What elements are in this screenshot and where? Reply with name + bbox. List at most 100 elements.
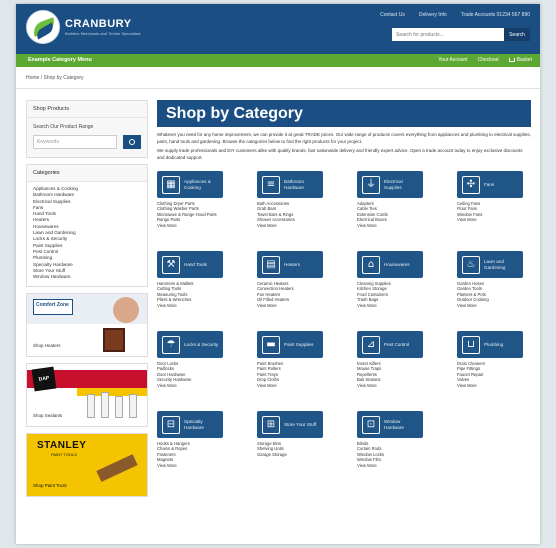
search-input[interactable]: [392, 28, 504, 41]
search-button[interactable]: Search: [504, 28, 530, 41]
category-card: ⊿ Pest Control Insect Killers Mouse Traps Re…: [357, 331, 445, 388]
category-tile-label: Lawn and Gardening: [484, 259, 506, 270]
subcategory-link[interactable]: Garage Storage: [257, 452, 345, 457]
category-tile-button[interactable]: ⌂ Housewares: [357, 251, 423, 278]
category-tile-button[interactable]: ✣ Fans: [457, 171, 523, 198]
subcategory-list: Garden Hoses Garden Tools Planters & Pots O…: [457, 281, 540, 308]
category-tile-button[interactable]: ♨ Lawn and Gardening: [457, 251, 523, 278]
category-tile-label: Specialty Hardware: [184, 419, 204, 430]
keyword-input[interactable]: Keywords: [33, 135, 117, 149]
subcategory-list: Hooks & Hangers Chains & Ropes Fasteners Ma…: [157, 441, 245, 468]
top-link-delivery[interactable]: Delivery Info: [419, 12, 447, 18]
category-tile-button[interactable]: ⊔ Plumbing: [457, 331, 523, 358]
category-tile-button[interactable]: ▤ Heaters: [257, 251, 323, 278]
subcategory-link[interactable]: View More: [157, 463, 245, 468]
category-menu[interactable]: Example Category Menu: [28, 57, 92, 63]
subcategory-list: Insect Killers Mouse Traps Repellents Bait …: [357, 361, 445, 388]
subcategory-link[interactable]: View More: [457, 383, 540, 388]
category-tile-button[interactable]: ⊡ Window Hardware: [357, 411, 423, 438]
window-icon: ⊡: [362, 415, 380, 434]
breadcrumb[interactable]: Home / Shop by Category: [26, 75, 84, 81]
dap-logo: DAP: [31, 367, 57, 392]
category-tile-button[interactable]: ⊞ Store Your Stuff: [257, 411, 323, 438]
subcategory-list: Bath Accessories Grab Bars Towel Bars & Ri…: [257, 201, 345, 228]
subcategory-link[interactable]: View More: [357, 383, 445, 388]
sealant-tube-icon: [101, 392, 109, 419]
padlock-icon: ⊟: [162, 415, 180, 434]
category-card: ✣ Fans Ceiling Fans Floor Fans Window Fans Vi…: [457, 171, 540, 223]
category-tile-label: Plumbing: [484, 341, 504, 347]
top-links: Contact Us Delivery Info Trade Accounts …: [380, 12, 530, 18]
paint-roller-icon: ▬: [262, 335, 280, 354]
house-icon: ⌂: [362, 255, 380, 274]
subcategory-link[interactable]: View More: [357, 463, 445, 468]
category-grid: ▦ Appliances & Cooking Clothing Dryer Part…: [157, 171, 531, 501]
subcategory-list: Door Locks Padlocks Door Hardware Security …: [157, 361, 245, 388]
subcategory-link[interactable]: View More: [157, 303, 245, 308]
category-card: ⌂ Housewares Cleaning Supplies Kitchen Stor…: [357, 251, 445, 308]
category-tile-button[interactable]: ⚒ Hand Tools: [157, 251, 223, 278]
fan-icon: ✣: [462, 175, 480, 194]
keyword-search-button[interactable]: [123, 135, 141, 149]
category-tile-label: Heaters: [284, 261, 301, 267]
product-search-label: Search Our Product Range: [33, 124, 94, 130]
subcategory-link[interactable]: View More: [457, 303, 540, 308]
subcategory-link[interactable]: View More: [257, 223, 345, 228]
plug-icon: ⏚: [362, 175, 380, 194]
ad-comfort-zone[interactable]: Comfort Zone Shop Heaters: [26, 293, 148, 358]
subcategory-list: Cleaning Supplies Kitchen Storage Food Con…: [357, 281, 445, 308]
categories-title: Categories: [27, 165, 147, 182]
ad-cta[interactable]: Shop Sealants: [33, 413, 62, 419]
category-tile-button[interactable]: ⊟ Specialty Hardware: [157, 411, 223, 438]
site-logo[interactable]: CRANBURY Builders Merchants and Timber S…: [26, 10, 141, 44]
top-link-trade[interactable]: Trade Accounts 01234 567 890: [461, 12, 530, 18]
tools-icon: ⚒: [162, 255, 180, 274]
subcategory-link[interactable]: View More: [457, 217, 540, 222]
category-card: ⏚ Electrical Supplies Adapters Cable Ties Ex…: [357, 171, 445, 228]
category-tile-button[interactable]: ☂ Locks & Security: [157, 331, 223, 358]
ad-cta[interactable]: Shop Heaters: [33, 343, 61, 349]
category-tile-label: Appliances & Cooking: [184, 179, 211, 190]
subcategory-list: Storage Bins Shelving Units Garage Storage: [257, 441, 345, 457]
category-card: ⊡ Window Hardware Blinds Curtain Rods Window…: [357, 411, 445, 468]
category-tile-button[interactable]: ⏚ Electrical Supplies: [357, 171, 423, 198]
subcategory-link[interactable]: View More: [157, 383, 245, 388]
brand-tagline: Builders Merchants and Timber Specialist…: [65, 31, 141, 36]
category-tile-button[interactable]: ≡ Bathroom Hardware: [257, 171, 323, 198]
pipe-icon: ⊔: [462, 335, 480, 354]
subcategory-link[interactable]: View More: [357, 303, 445, 308]
page: CRANBURY Builders Merchants and Timber S…: [16, 4, 540, 544]
category-tile-button[interactable]: ▬ Paint Supplies: [257, 331, 323, 358]
category-tile-label: Store Your Stuff: [284, 421, 317, 427]
category-tile-label: Electrical Supplies: [384, 179, 403, 190]
stanley-logo: STANLEY: [37, 440, 87, 452]
sidebar-category-item[interactable]: Window Hardware: [33, 274, 141, 280]
category-card: ♨ Lawn and Gardening Garden Hoses Garden To…: [457, 251, 540, 308]
ad-stanley[interactable]: STANLEY PAINT TOOLS Shop Paint Tools: [26, 433, 148, 498]
heater-icon: ▤: [262, 255, 280, 274]
category-tile-button[interactable]: ⊿ Pest Control: [357, 331, 423, 358]
intro-text: Whatever you need for any home improveme…: [157, 132, 531, 161]
nav-checkout[interactable]: Checkout: [478, 57, 499, 63]
subcategory-list: Drain Cleaners Pipe Fittings Faucet Repair…: [457, 361, 540, 388]
subcategory-link[interactable]: View More: [257, 303, 345, 308]
nav-basket[interactable]: Basket: [508, 57, 532, 63]
subcategory-list: Ceramic Heaters Convection Heaters Fan Hea…: [257, 281, 345, 308]
header-search: Search: [392, 28, 530, 41]
subcategory-link[interactable]: View More: [357, 223, 445, 228]
category-tile-button[interactable]: ▦ Appliances & Cooking: [157, 171, 223, 198]
category-card: ⊟ Specialty Hardware Hooks & Hangers Chains…: [157, 411, 245, 468]
subcategory-link[interactable]: View More: [157, 223, 245, 228]
sealant-tube-icon: [115, 396, 123, 419]
watering-can-icon: ☂: [162, 335, 180, 354]
category-card: ▬ Paint Supplies Paint Brushes Paint Roller…: [257, 331, 345, 388]
ad-dap[interactable]: DAP Shop Sealants: [26, 363, 148, 428]
subcategory-link[interactable]: View More: [257, 383, 345, 388]
main-content: Shop by Category Whatever you need for a…: [157, 100, 531, 501]
ad-cta[interactable]: Shop Paint Tools: [33, 483, 67, 489]
nav-account[interactable]: Your Account: [438, 57, 467, 63]
top-link-contact[interactable]: Contact Us: [380, 12, 405, 18]
brand-name: CRANBURY: [65, 18, 132, 30]
categories-box: Categories Appliances & Cooking Bathroom …: [26, 164, 148, 288]
category-tile-label: Fans: [484, 181, 495, 187]
